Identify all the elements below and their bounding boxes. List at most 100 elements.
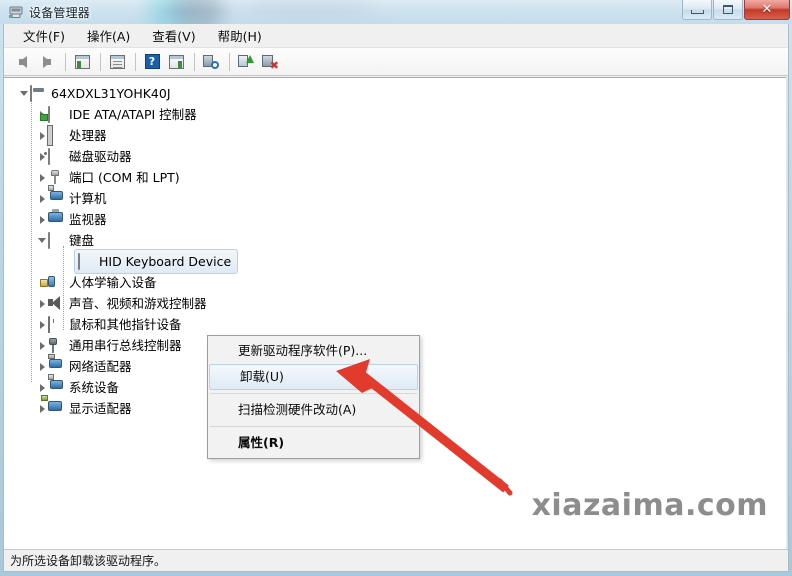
sound-video-game-icon — [48, 296, 65, 312]
show-hide-action-pane-icon — [168, 54, 184, 69]
tree-node-label: 64XDXL31YOHK40J — [51, 86, 171, 101]
back-icon — [19, 55, 27, 68]
forward-icon — [43, 55, 51, 68]
tree-node-label: 网络适配器 — [69, 359, 132, 374]
expander-icon[interactable] — [18, 83, 30, 104]
expander-icon[interactable] — [36, 314, 48, 335]
menu-help[interactable]: 帮助(H) — [209, 23, 271, 48]
tree-node-label: 人体学输入设备 — [69, 275, 157, 290]
keyboard-icon — [48, 231, 65, 249]
tree-node-label: 系统设备 — [69, 380, 120, 395]
expander-icon[interactable] — [36, 188, 48, 209]
show-hide-console-tree-button[interactable] — [71, 51, 93, 73]
mouse-icon — [48, 315, 65, 333]
close-icon: ✕ — [761, 2, 773, 17]
expander-icon[interactable] — [36, 398, 48, 419]
minimize-button[interactable] — [682, 0, 712, 20]
back-button[interactable] — [12, 51, 34, 73]
monitor-icon — [48, 212, 65, 228]
title-bar[interactable]: 设备管理器 ✕ — [0, 0, 792, 24]
toolbar-separator — [229, 52, 230, 71]
expander-icon[interactable] — [36, 146, 48, 167]
tree-node-ports[interactable]: 端口 (COM 和 LPT) — [4, 167, 788, 188]
toolbar-separator — [100, 52, 101, 71]
help-button[interactable]: ? — [141, 51, 163, 73]
device-manager-icon — [8, 4, 24, 20]
tree-node-label: 磁盘驱动器 — [69, 149, 132, 164]
menu-view[interactable]: 查看(V) — [143, 23, 204, 48]
expander-icon[interactable] — [36, 356, 48, 377]
computer-icon — [30, 84, 47, 102]
tree-node-processors[interactable]: 处理器 — [4, 124, 788, 146]
expander-icon[interactable] — [36, 335, 48, 356]
pane-right-edge — [786, 77, 788, 549]
expander-icon[interactable] — [36, 230, 48, 251]
toolbar: ? — [4, 48, 788, 76]
properties-button[interactable] — [106, 51, 128, 73]
computer-node-icon — [48, 191, 65, 207]
device-tree-pane[interactable]: 64XDXL31YOHK40J IDE ATA/ATAPI 控制器 处理器 磁盘… — [4, 77, 788, 549]
tree-node-label: 键盘 — [69, 233, 95, 248]
ctx-scan-hardware[interactable]: 扫描检测硬件改动(A) — [208, 397, 419, 423]
selection-highlight: HID Keyboard Device — [74, 249, 239, 274]
update-driver-icon — [238, 54, 254, 69]
tree-node-mice[interactable]: 鼠标和其他指针设备 — [4, 314, 788, 335]
system-device-icon — [48, 380, 65, 396]
uninstall-device-button[interactable] — [259, 51, 281, 73]
disk-drive-icon — [48, 147, 65, 165]
tree-node-label: 监视器 — [69, 212, 107, 227]
show-hide-action-pane-button[interactable] — [165, 51, 187, 73]
status-bar: 为所选设备卸载该驱动程序。 — [4, 549, 788, 571]
expander-icon[interactable] — [36, 293, 48, 314]
tree-node-keyboards[interactable]: 键盘 — [4, 230, 788, 251]
show-hide-console-tree-icon — [74, 54, 90, 69]
expander-icon[interactable] — [36, 209, 48, 230]
maximize-icon — [723, 5, 733, 14]
tree-node-label: IDE ATA/ATAPI 控制器 — [69, 107, 197, 122]
toolbar-separator — [65, 52, 66, 71]
maximize-button[interactable] — [713, 0, 743, 20]
context-menu-separator — [210, 393, 417, 394]
menu-action[interactable]: 操作(A) — [78, 23, 139, 48]
ctx-uninstall[interactable]: 卸载(U) — [209, 364, 418, 390]
display-adapter-icon — [48, 401, 65, 417]
menu-file[interactable]: 文件(F) — [14, 23, 74, 48]
tree-node-label: 端口 (COM 和 LPT) — [69, 170, 180, 185]
tree-node-disk-drives[interactable]: 磁盘驱动器 — [4, 146, 788, 167]
context-menu[interactable]: 更新驱动程序软件(P)... 卸载(U) 扫描检测硬件改动(A) 属性(R) — [207, 335, 420, 459]
context-menu-separator — [210, 426, 417, 427]
tree-node-computer[interactable]: 计算机 — [4, 188, 788, 209]
tree-node-label: 鼠标和其他指针设备 — [69, 317, 182, 332]
uninstall-device-icon — [262, 54, 279, 71]
help-icon: ? — [144, 54, 160, 69]
ctx-update-driver[interactable]: 更新驱动程序软件(P)... — [208, 338, 419, 364]
update-driver-button[interactable] — [235, 51, 257, 73]
tree-node-label: 声音、视频和游戏控制器 — [69, 296, 207, 311]
toolbar-separator — [194, 52, 195, 71]
port-icon — [48, 170, 65, 186]
tree-node-label: 处理器 — [69, 128, 107, 143]
scan-for-hardware-changes-icon — [203, 54, 219, 69]
status-text: 为所选设备卸载该驱动程序。 — [10, 554, 167, 568]
tree-node-label: 显示适配器 — [69, 401, 132, 416]
tree-node-hid-keyboard-device[interactable]: HID Keyboard Device — [4, 249, 788, 274]
forward-button[interactable] — [36, 51, 58, 73]
client-area: 文件(F) 操作(A) 查看(V) 帮助(H) ? ✖ 64XDXL31YOHK… — [3, 24, 789, 572]
ctx-properties[interactable]: 属性(R) — [208, 430, 419, 456]
tree-node-label: 计算机 — [69, 191, 107, 206]
tree-node-sound-video-game[interactable]: 声音、视频和游戏控制器 — [4, 293, 788, 314]
toolbar-separator — [135, 52, 136, 71]
scan-for-hardware-changes-button[interactable] — [200, 51, 222, 73]
tree-node-label: 通用串行总线控制器 — [69, 338, 182, 353]
close-button[interactable]: ✕ — [744, 0, 790, 20]
properties-icon — [109, 54, 125, 69]
tree-node-monitors[interactable]: 监视器 — [4, 209, 788, 230]
device-manager-window: 设备管理器 ✕ 文件(F) 操作(A) 查看(V) 帮助(H) ? ✖ 64XD… — [0, 0, 792, 576]
expander-icon[interactable] — [36, 167, 48, 188]
tree-node-hid-devices[interactable]: 人体学输入设备 — [4, 272, 788, 293]
window-controls: ✕ — [681, 0, 790, 20]
tree-node-root[interactable]: 64XDXL31YOHK40J — [4, 83, 788, 104]
usb-controller-icon — [48, 338, 65, 354]
expander-icon[interactable] — [36, 125, 48, 146]
tree-node-ide-controllers[interactable]: IDE ATA/ATAPI 控制器 — [4, 104, 788, 125]
